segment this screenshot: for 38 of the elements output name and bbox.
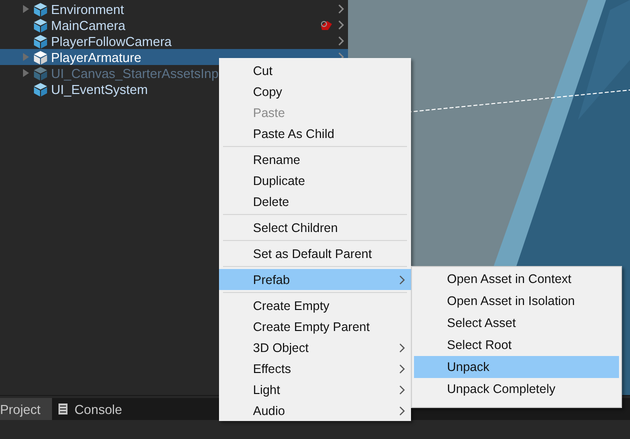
menu-item[interactable]: Duplicate <box>219 170 411 191</box>
menu-item[interactable]: Audio <box>219 400 411 421</box>
cube-icon <box>33 82 48 96</box>
menu-item[interactable]: 3D Object <box>219 337 411 358</box>
menu-item[interactable]: Delete <box>219 191 411 212</box>
menu-item[interactable]: Copy <box>219 81 411 102</box>
cube-icon <box>33 50 48 64</box>
cube-icon <box>33 2 48 16</box>
menu-item[interactable]: Set as Default Parent <box>219 243 411 264</box>
chevron-right-icon[interactable] <box>338 20 344 30</box>
menu-item[interactable]: Light <box>219 379 411 400</box>
hierarchy-item[interactable]: UI_EventSystem <box>0 81 148 97</box>
chevron-right-icon[interactable] <box>338 4 344 14</box>
panel-tab[interactable]: Console <box>52 398 134 420</box>
hierarchy-item[interactable]: Environment <box>0 1 124 17</box>
menu-item[interactable]: Open Asset in Context <box>414 268 619 290</box>
menu-item[interactable]: Effects <box>219 358 411 379</box>
menu-item[interactable]: Rename <box>219 149 411 170</box>
menu-item[interactable]: Paste As Child <box>219 123 411 144</box>
hierarchy-item[interactable]: PlayerFollowCamera <box>0 33 172 49</box>
menu-item[interactable]: Select Children <box>219 217 411 238</box>
menu-item[interactable]: Create Empty <box>219 295 411 316</box>
menu-item[interactable]: Unpack <box>414 356 619 378</box>
panel-tab[interactable]: Project <box>0 398 52 420</box>
menu-item[interactable]: Unpack Completely <box>414 378 619 400</box>
cube-icon <box>33 18 48 32</box>
cube-icon <box>33 66 48 80</box>
expand-arrow-icon[interactable] <box>22 4 30 14</box>
menu-item[interactable]: Create Empty Parent <box>219 316 411 337</box>
menu-item[interactable]: Prefab <box>219 269 411 290</box>
cube-icon <box>33 34 48 48</box>
menu-item[interactable]: Cut <box>219 60 411 81</box>
menu-item[interactable]: Select Root <box>414 334 619 356</box>
hierarchy-item[interactable]: MainCamera <box>0 17 126 33</box>
hierarchy-item[interactable]: PlayerArmature <box>0 49 142 65</box>
chevron-right-icon[interactable] <box>338 36 344 46</box>
menu-item[interactable]: Open Asset in Isolation <box>414 290 619 312</box>
menu-item[interactable]: Select Asset <box>414 312 619 334</box>
